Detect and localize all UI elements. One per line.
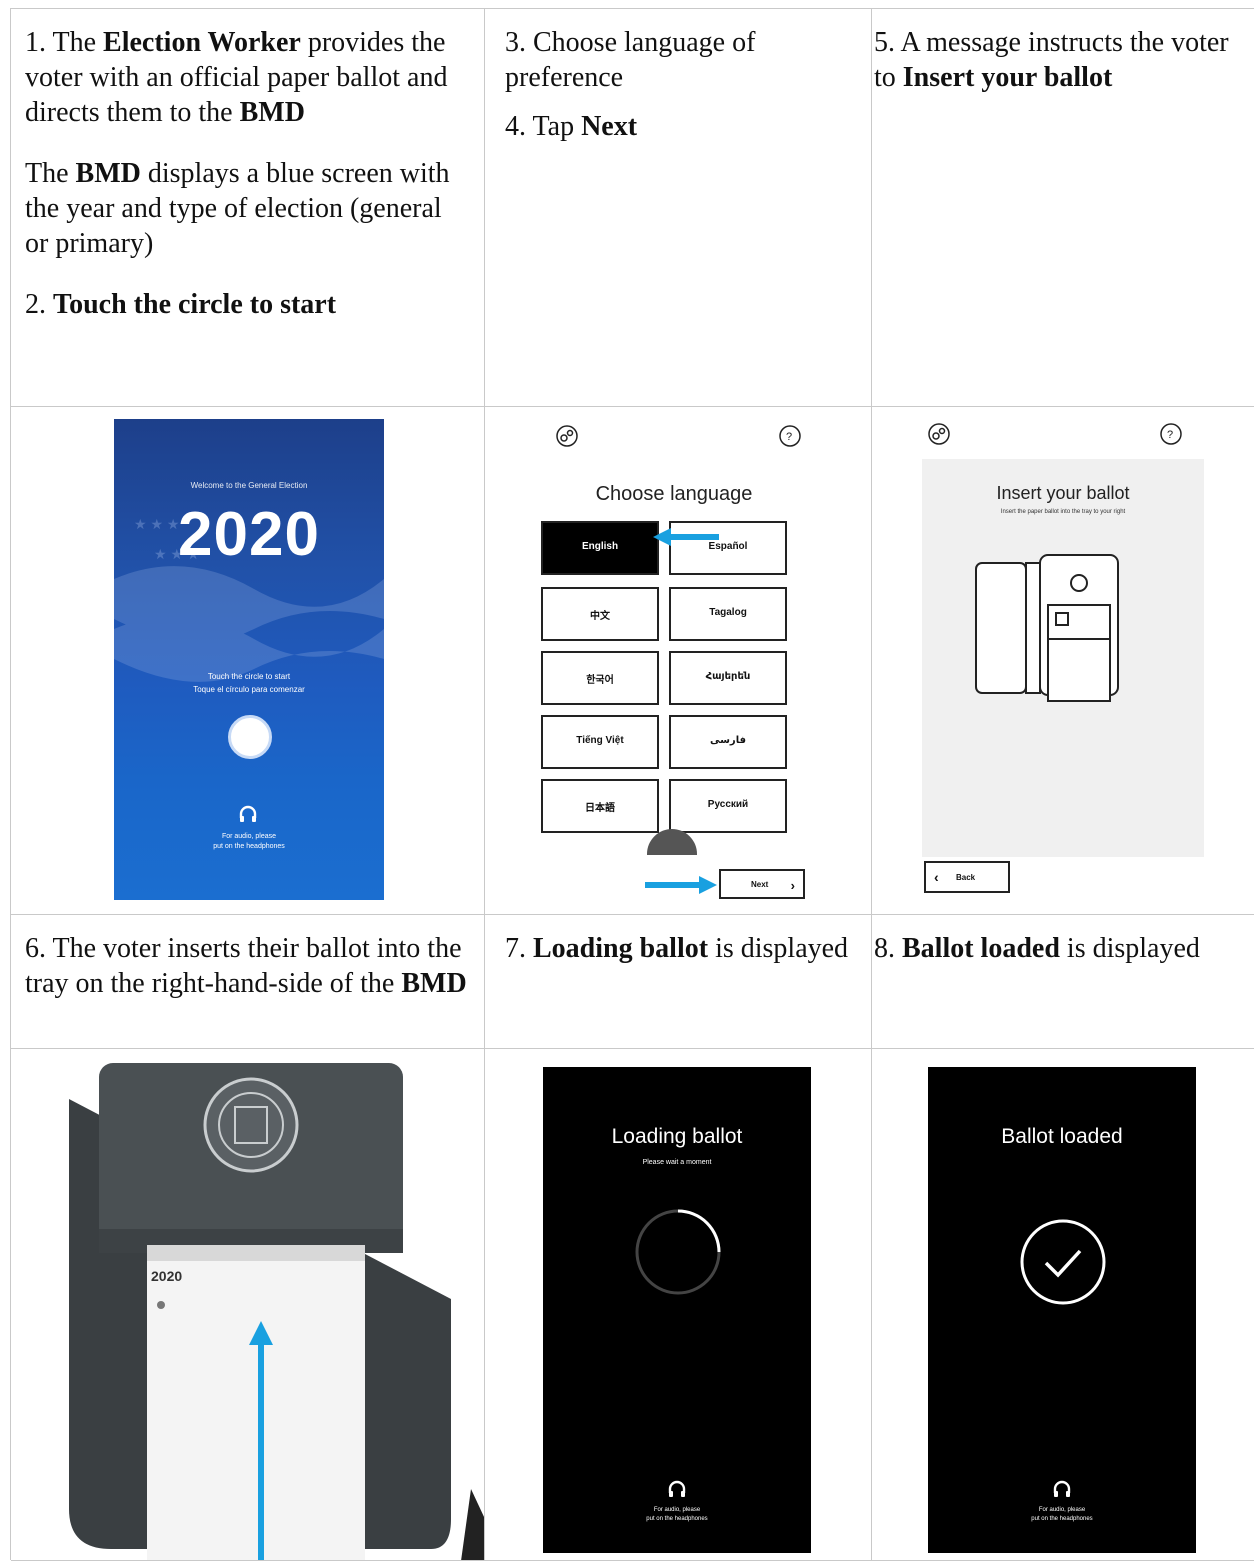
- checkmark-icon: [1020, 1219, 1106, 1305]
- welcome-screen: ★ ★ ★ ★ ★ ★ Welcome to the General Elect…: [114, 419, 384, 900]
- svg-text:?: ?: [786, 431, 792, 443]
- step-3-4-cell: 3. Choose language of preference 4. Tap …: [485, 9, 872, 407]
- arrow-english: [653, 528, 719, 546]
- language-option[interactable]: Հայերեն: [669, 651, 787, 705]
- loaded-screen-cell: Ballot loaded For audio, please put on t…: [872, 1049, 1254, 1561]
- ballot-paper-year: 2020: [151, 1268, 182, 1284]
- settings-icon[interactable]: [556, 425, 578, 447]
- step-8-cell: 8. Ballot loaded is displayed: [872, 915, 1254, 1049]
- insert-ballot-subtitle: Insert the paper ballot into the tray to…: [1000, 509, 1126, 515]
- arrow-next: [645, 876, 717, 894]
- language-option[interactable]: Tagalog: [669, 587, 787, 641]
- language-option[interactable]: 中文: [541, 587, 659, 641]
- flag-background: ★ ★ ★ ★ ★ ★: [114, 516, 384, 682]
- headphones-icon: [239, 805, 257, 822]
- language-option[interactable]: فارسی: [669, 715, 787, 769]
- welcome-screen-cell: ★ ★ ★ ★ ★ ★ Welcome to the General Elect…: [11, 407, 485, 915]
- language-option[interactable]: Русский: [669, 779, 787, 833]
- audio-text-2: put on the headphones: [213, 843, 285, 850]
- language-option[interactable]: 日本語: [541, 779, 659, 833]
- back-button[interactable]: ‹ Back: [924, 861, 1010, 893]
- language-option[interactable]: 한국어: [541, 651, 659, 705]
- settings-icon[interactable]: [928, 423, 950, 445]
- loaded-title: Ballot loaded: [1001, 1125, 1123, 1148]
- loading-title: Loading ballot: [611, 1125, 743, 1148]
- step-2-text: 2. Touch the circle to start: [25, 289, 337, 320]
- ballot-insertion-photo: 2020: [11, 1049, 484, 1560]
- instruction-table: 1. The Election Worker provides the vote…: [10, 8, 1254, 1561]
- choose-language-title: Choose language: [595, 483, 753, 505]
- language-option[interactable]: Tiếng Việt: [541, 715, 659, 769]
- svg-text:?: ?: [1167, 429, 1173, 441]
- step-7-text: 7. Loading ballot is displayed: [505, 933, 849, 964]
- bmd-display-text: The BMD displays a blue screen with the …: [25, 158, 450, 259]
- step-4-text: 4. Tap Next: [505, 111, 638, 142]
- step-5-text: 5. A message instructs the voter to Inse…: [874, 27, 1229, 93]
- touch-instruction-es: Toque el círculo para comenzar: [193, 685, 305, 694]
- step-6-cell: 6. The voter inserts their ballot into t…: [11, 915, 485, 1049]
- ballot-loaded-screen: Ballot loaded For audio, please put on t…: [928, 1067, 1196, 1553]
- welcome-text: Welcome to the General Election: [190, 481, 308, 490]
- help-icon[interactable]: ?: [779, 425, 801, 447]
- language-screen-cell: ? Choose language English Español 中文 Tag…: [485, 407, 872, 915]
- election-year: 2020: [178, 500, 320, 569]
- loading-ballot-screen: Loading ballot Please wait a moment For …: [543, 1067, 811, 1553]
- step-6-text: 6. The voter inserts their ballot into t…: [25, 933, 467, 999]
- loading-spinner-icon: [635, 1209, 721, 1295]
- insert-ballot-title: Insert your ballot: [996, 483, 1130, 503]
- audio-text-1: For audio, please: [653, 1507, 701, 1513]
- audio-text-1: For audio, please: [221, 833, 277, 840]
- headphones-icon: [1053, 1480, 1071, 1497]
- loading-subtitle: Please wait a moment: [642, 1159, 712, 1166]
- headphones-icon: [668, 1480, 686, 1497]
- step-5-cell: 5. A message instructs the voter to Inse…: [872, 9, 1254, 407]
- audio-text-2: put on the headphones: [646, 1516, 708, 1522]
- ballot-tray-illustration: [975, 554, 1119, 702]
- step-3-text: 3. Choose language of preference: [505, 27, 756, 93]
- step-1-text: 1. The Election Worker provides the vote…: [25, 27, 448, 128]
- language-screen: ? Choose language English Español 中文 Tag…: [541, 419, 807, 900]
- next-button[interactable]: Next ›: [719, 869, 805, 899]
- step-7-cell: 7. Loading ballot is displayed: [485, 915, 872, 1049]
- audio-text-2: put on the headphones: [1031, 1516, 1093, 1522]
- ballot-insert-photo-cell: 2020: [11, 1049, 485, 1561]
- loading-screen-cell: Loading ballot Please wait a moment For …: [485, 1049, 872, 1561]
- insert-ballot-screen-cell: ? Insert your ballot Insert the paper ba…: [872, 407, 1254, 915]
- audio-text-1: For audio, please: [1038, 1507, 1086, 1513]
- help-icon[interactable]: ?: [1160, 423, 1182, 445]
- start-circle-button[interactable]: [228, 715, 272, 759]
- language-option[interactable]: English: [541, 521, 659, 575]
- insert-ballot-screen: ? Insert your ballot Insert the paper ba…: [922, 419, 1204, 900]
- step-1-2-cell: 1. The Election Worker provides the vote…: [11, 9, 485, 407]
- touch-instruction-en: Touch the circle to start: [207, 672, 291, 681]
- step-8-text: 8. Ballot loaded is displayed: [874, 933, 1200, 964]
